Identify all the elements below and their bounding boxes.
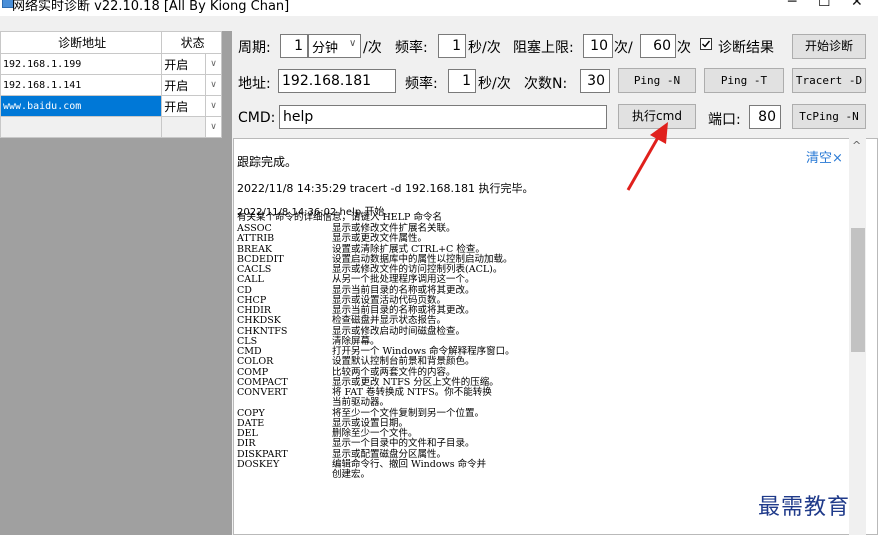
clear-output-button[interactable]: 清空× xyxy=(806,147,843,166)
block-unit-label: 次 xyxy=(677,40,691,56)
header-status[interactable]: 状态 xyxy=(161,31,222,54)
status-cell[interactable]: 开启 xyxy=(161,95,207,117)
log-line: 跟踪完成。 xyxy=(237,155,298,169)
command-name: DIR xyxy=(237,438,256,450)
period-unit-select[interactable]: 分钟 ∨ xyxy=(308,34,361,58)
command-name: COMP xyxy=(237,366,269,378)
scrollbar-thumb[interactable] xyxy=(851,228,865,352)
freq-input[interactable]: 1 xyxy=(438,34,466,58)
per-time-label: /次 xyxy=(363,40,382,56)
ping-n-button[interactable]: Ping -N xyxy=(618,68,696,93)
command-description: 显示当前目录的名称或将其更改。 xyxy=(332,284,475,296)
command-name: CONVERT xyxy=(237,387,288,398)
status-cell-empty[interactable] xyxy=(161,116,207,138)
chevron-down-icon[interactable]: ∨ xyxy=(205,95,222,117)
check-icon xyxy=(702,40,711,48)
address-label: 地址: xyxy=(238,76,271,92)
window-title: 网络实时诊断 v22.10.18 [All By Kiong Chan] xyxy=(12,0,290,14)
title-bar: 网络实时诊断 v22.10.18 [All By Kiong Chan] ─ ☐… xyxy=(0,0,878,16)
watermark-text: 最需教育 xyxy=(758,495,851,520)
header-address[interactable]: 诊断地址 xyxy=(0,31,163,54)
cmd-input[interactable]: help xyxy=(279,105,607,129)
block-limit-label: 阻塞上限: xyxy=(513,40,574,56)
command-name: COLOR xyxy=(237,356,274,368)
close-button[interactable]: ✕ xyxy=(851,0,863,10)
address-list-panel: 诊断地址 状态 192.168.1.199 开启 ∨ 192.168.1.141… xyxy=(0,31,232,535)
block-seconds-input[interactable]: 60 xyxy=(640,34,676,58)
command-name: ATTRIB xyxy=(237,233,275,245)
command-name: CD xyxy=(237,284,252,296)
period-unit-value: 分钟 xyxy=(312,41,339,56)
chevron-down-icon[interactable]: ∨ xyxy=(349,38,356,49)
block-count-input[interactable]: 10 xyxy=(583,34,613,58)
ping-t-button[interactable]: Ping -T xyxy=(704,68,784,93)
block-sep-label: 次/ xyxy=(614,40,633,56)
command-description: 设置默认控制台前景和背景颜色。 xyxy=(332,356,475,368)
command-name: DISKPART xyxy=(237,448,288,460)
freq2-input[interactable]: 1 xyxy=(448,69,476,93)
tcping-button[interactable]: TcPing -N xyxy=(792,104,866,129)
log-line: 2022/11/8 14:35:29 tracert -d 192.168.18… xyxy=(237,182,534,195)
count-input[interactable]: 30 xyxy=(580,69,610,93)
annotation-arrow xyxy=(626,122,668,191)
command-description: 显示或配置磁盘分区属性。 xyxy=(332,448,447,460)
command-name: CHKNTFS xyxy=(237,325,288,337)
table-row[interactable]: 192.168.1.199 开启 ∨ xyxy=(0,53,222,75)
command-description: 当前驱动器。 xyxy=(332,397,390,409)
command-description: 从另一个批处理程序调用这一个。 xyxy=(332,274,475,286)
cmd-label: CMD: xyxy=(238,110,276,126)
period-input[interactable]: 1 xyxy=(280,34,308,58)
period-label: 周期: xyxy=(238,40,271,56)
command-name: COPY xyxy=(237,407,265,419)
freq-unit-label: 秒/次 xyxy=(468,40,501,56)
table-row-selected[interactable]: www.baidu.com 开启 ∨ xyxy=(0,95,222,117)
table-row-new[interactable]: ∨ xyxy=(0,116,222,138)
address-cell[interactable]: 192.168.1.199 xyxy=(0,53,163,75)
command-name: BREAK xyxy=(237,243,273,255)
address-cell[interactable]: www.baidu.com xyxy=(0,95,163,117)
command-name: DOSKEY xyxy=(237,458,280,470)
command-name: CALL xyxy=(237,274,264,286)
port-input[interactable]: 80 xyxy=(749,105,781,129)
command-description: 设置或清除扩展式 CTRL+C 检查。 xyxy=(332,243,485,255)
scroll-up-icon[interactable]: ^ xyxy=(852,139,861,152)
maximize-button[interactable]: ☐ xyxy=(818,0,831,10)
command-description: 显示或修改启动时间磁盘检查。 xyxy=(332,325,466,337)
address-cell[interactable]: 192.168.1.141 xyxy=(0,74,163,96)
command-name: CHKDSK xyxy=(237,315,281,327)
minimize-button[interactable]: ─ xyxy=(788,0,796,10)
command-description: 显示一个目录中的文件和子目录。 xyxy=(332,438,475,450)
start-diagnosis-button[interactable]: 开始诊断 xyxy=(792,34,866,59)
chevron-down-icon[interactable]: ∨ xyxy=(205,74,222,96)
port-label: 端口: xyxy=(708,112,741,128)
chevron-down-icon[interactable]: ∨ xyxy=(205,116,222,138)
tracert-button[interactable]: Tracert -D xyxy=(792,68,866,93)
command-description: 比较两个或两套文件的内容。 xyxy=(332,366,456,378)
chevron-down-icon[interactable]: ∨ xyxy=(205,53,222,75)
command-description: 将至少一个文件复制到另一个位置。 xyxy=(332,407,485,419)
help-intro: 有关某个命令的详细信息，请键入 HELP 命令名 xyxy=(237,212,442,223)
output-log[interactable]: 跟踪完成。 2022/11/8 14:35:29 tracert -d 192.… xyxy=(233,138,878,535)
help-command-list: ASSOC 显示或修改文件扩展名关联。 ATTRIB 显示或更改文件属性。 BREAK 设… xyxy=(237,224,837,534)
table-row[interactable]: 192.168.1.141 开启 ∨ xyxy=(0,74,222,96)
command-description: 检查磁盘并显示状态报告。 xyxy=(332,315,447,327)
count-label: 次数N: xyxy=(524,76,568,92)
status-cell[interactable]: 开启 xyxy=(161,74,207,96)
freq-label: 频率: xyxy=(395,40,428,56)
command-description: 创建宏。 xyxy=(332,469,371,480)
address-cell-empty[interactable] xyxy=(0,116,163,138)
address-input[interactable]: 192.168.181 xyxy=(278,69,396,93)
freq2-unit-label: 秒/次 xyxy=(478,76,511,92)
command-description: 显示或更改文件属性。 xyxy=(332,233,428,245)
diag-result-label[interactable]: 诊断结果 xyxy=(718,37,774,57)
status-cell[interactable]: 开启 xyxy=(161,53,207,75)
address-table: 诊断地址 状态 192.168.1.199 开启 ∨ 192.168.1.141… xyxy=(0,31,222,138)
diag-result-checkbox[interactable] xyxy=(700,38,712,50)
freq2-label: 频率: xyxy=(405,76,438,92)
